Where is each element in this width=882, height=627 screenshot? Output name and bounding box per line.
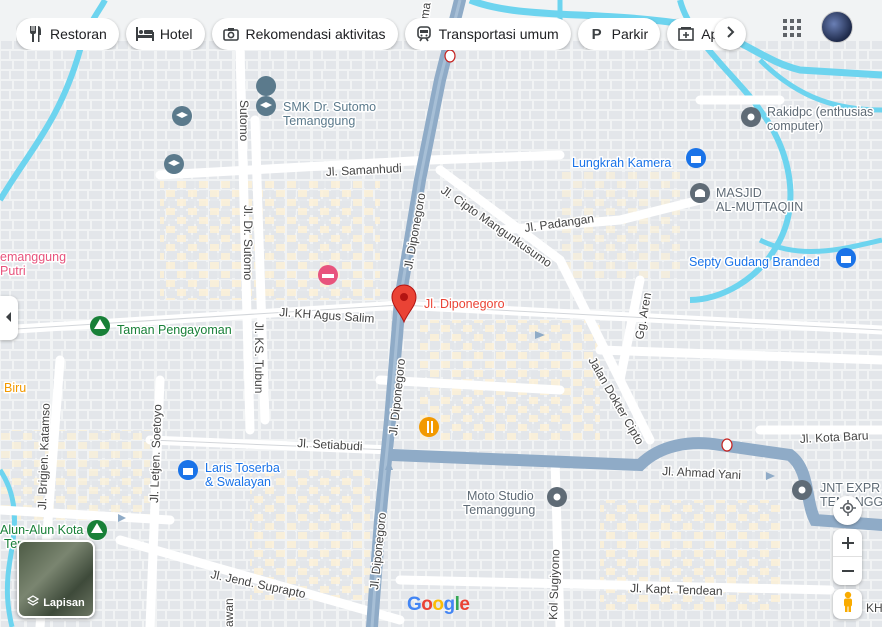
park-tree-icon[interactable] — [87, 520, 107, 540]
place-pin-icon[interactable] — [741, 107, 761, 127]
poi-label-moto-2[interactable]: Temanggung — [462, 502, 537, 519]
map-canvas[interactable]: Jl. Rama Sutomo Jl. Samanhudi Jl. Cipto … — [0, 0, 882, 627]
minus-icon — [841, 570, 854, 572]
chip-label: Parkir — [611, 26, 649, 42]
zoom-in-button[interactable] — [833, 529, 862, 557]
chevron-left-icon — [6, 309, 12, 327]
shop-bag-icon[interactable] — [836, 248, 856, 268]
hotel-bed-icon[interactable] — [318, 265, 338, 285]
chevron-right-icon — [725, 25, 735, 43]
train-icon — [415, 25, 433, 43]
street-label-kol-sugiyono: Kol Sugiyono — [546, 549, 562, 620]
parking-icon: P — [591, 25, 602, 43]
camera-icon — [222, 25, 240, 43]
apps-grid-icon — [783, 19, 801, 37]
poi-label-rakidpc-2[interactable]: computer) — [766, 118, 825, 135]
street-label-dr-sutomo: Jl. Dr. Sutomo — [241, 205, 255, 281]
chip-transit[interactable]: Transportasi umum — [404, 18, 571, 50]
poi-education-icon[interactable] — [164, 154, 184, 174]
street-label-ks-tubun: Jl. KS. Tubun — [252, 322, 266, 393]
layers-button[interactable]: Lapisan — [17, 540, 95, 618]
category-chips: Restoran Hotel Rekomendasi aktivitas Tra… — [16, 18, 746, 50]
chip-label: Hotel — [159, 26, 193, 42]
apps-grid-button[interactable] — [782, 18, 804, 40]
poi-label-masjid-2[interactable]: AL-MUTTAQIIN — [715, 199, 805, 216]
poi-label-laris-1[interactable]: Laris Toserba — [204, 460, 282, 477]
google-logo: Google — [407, 594, 470, 615]
bed-icon — [135, 25, 154, 43]
shop-bag-icon[interactable] — [686, 148, 706, 168]
fork-knife-icon — [26, 25, 44, 43]
poi-label-biru[interactable]: Biru — [3, 380, 28, 397]
poi-label-temanggung-2[interactable]: Putri — [0, 263, 27, 280]
chip-restaurant[interactable]: Restoran — [16, 18, 119, 50]
route-shield-icon — [721, 438, 733, 452]
chip-label: Rekomendasi aktivitas — [245, 26, 386, 42]
plus-icon — [841, 536, 854, 549]
poi-label-rakidpc-1[interactable]: Rakidpc (enthusias — [766, 104, 875, 121]
selected-place-label[interactable]: Jl. Diponegoro — [423, 296, 507, 313]
poi-label-septy[interactable]: Septy Gudang Branded — [688, 254, 822, 271]
poi-label-temanggung-1[interactable]: emanggung — [0, 249, 68, 266]
poi-label-moto-1[interactable]: Moto Studio — [466, 488, 536, 505]
chip-hotel[interactable]: Hotel — [125, 18, 205, 50]
my-location-icon — [839, 500, 856, 521]
my-location-button[interactable] — [833, 496, 862, 525]
street-label-awan: awan — [222, 598, 236, 627]
poi-label-laris-2[interactable]: & Swalayan — [204, 474, 273, 491]
poi-education-icon[interactable] — [172, 106, 192, 126]
poi-label-smk-1[interactable]: SMK Dr. Sutomo — [282, 99, 378, 116]
side-panel-toggle-button[interactable] — [0, 296, 18, 340]
park-tree-icon[interactable] — [90, 316, 110, 336]
place-pin-icon[interactable] — [792, 480, 812, 500]
pharmacy-icon — [677, 25, 695, 43]
restaurant-icon[interactable] — [419, 417, 439, 437]
shop-bag-icon[interactable] — [178, 460, 198, 480]
account-avatar[interactable] — [821, 11, 853, 43]
street-label-kh: KH — [866, 601, 882, 615]
place-pin-icon[interactable] — [547, 487, 567, 507]
poi-label-masjid-1[interactable]: MASJID — [715, 185, 764, 202]
layers-label: Lapisan — [43, 596, 85, 609]
chip-parking[interactable]: P Parkir — [577, 18, 661, 50]
poi-label-jnt-1[interactable]: JNT EXPR — [819, 480, 882, 497]
poi-label-taman[interactable]: Taman Pengayoman — [116, 322, 234, 339]
route-shield-icon — [444, 49, 456, 63]
poi-label-alun-1[interactable]: Alun-Alun Kota — [0, 522, 85, 539]
layers-label-row: Lapisan — [19, 595, 93, 610]
street-view-pegman-button[interactable] — [833, 589, 862, 619]
zoom-out-button[interactable] — [833, 557, 862, 585]
poi-label-lungkrah[interactable]: Lungkrah Kamera — [571, 155, 673, 172]
street-label-sutomo-top: Sutomo — [237, 100, 251, 142]
chip-activities[interactable]: Rekomendasi aktivitas — [211, 18, 398, 50]
chip-label: Restoran — [50, 26, 107, 42]
chip-label: Transportasi umum — [438, 26, 559, 42]
pegman-icon — [842, 591, 854, 618]
poi-label-smk-2[interactable]: Temanggung — [282, 113, 357, 130]
zoom-controls — [833, 529, 862, 585]
layers-icon — [26, 595, 40, 610]
mosque-icon[interactable] — [690, 183, 710, 203]
chips-scroll-next-button[interactable] — [714, 18, 746, 50]
